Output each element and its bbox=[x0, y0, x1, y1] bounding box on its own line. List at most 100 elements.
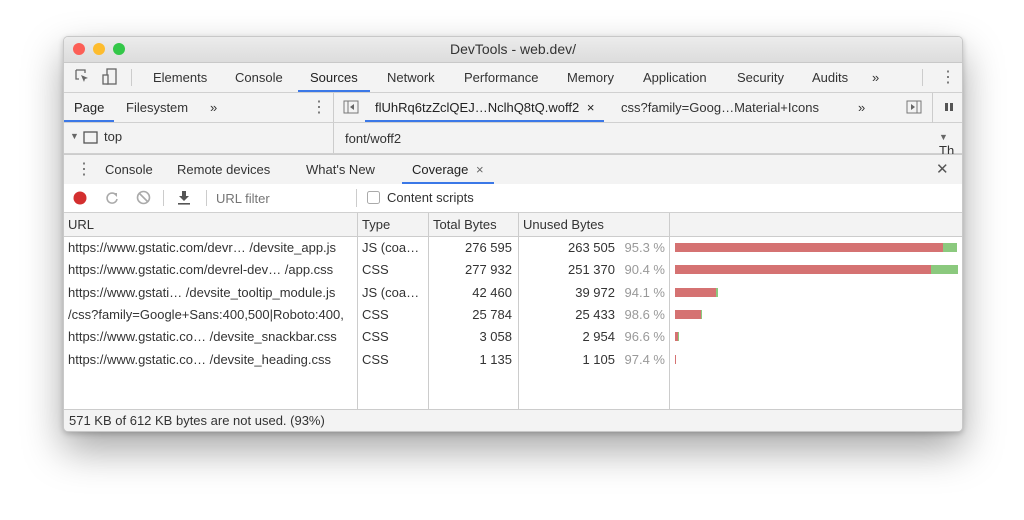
coverage-table-header: URL Type Total Bytes Unused Bytes bbox=[64, 213, 962, 237]
close-coverage-tab-icon[interactable]: × bbox=[476, 162, 484, 177]
export-icon[interactable] bbox=[177, 190, 191, 208]
nav-more-button[interactable]: » bbox=[210, 93, 217, 122]
file-tabs-more-button[interactable]: » bbox=[858, 93, 865, 122]
used-bar bbox=[943, 243, 957, 252]
unused-bytes-cell: 263 505 bbox=[568, 240, 615, 255]
coverage-toolbar: Content scripts bbox=[64, 184, 962, 213]
total-bytes-cell: 25 784 bbox=[472, 306, 512, 322]
type-cell: CSS bbox=[362, 329, 389, 345]
editor-content: font/woff2 bbox=[345, 131, 402, 146]
type-cell: CSS bbox=[362, 262, 389, 278]
pause-icon[interactable] bbox=[944, 101, 954, 116]
tab-network[interactable]: Network bbox=[387, 63, 435, 92]
toggle-debugger-icon[interactable] bbox=[906, 99, 922, 118]
expand-arrow-icon[interactable]: ▼ bbox=[70, 131, 79, 141]
url-cell: https://www.gstati… /devsite_tooltip_mod… bbox=[68, 284, 336, 300]
coverage-tab-label: Coverage bbox=[412, 162, 469, 177]
tab-performance[interactable]: Performance bbox=[464, 63, 538, 92]
tab-application[interactable]: Application bbox=[643, 63, 707, 92]
unused-percent-cell: 94.1 % bbox=[624, 284, 665, 300]
unused-percent-cell: 95.3 % bbox=[624, 240, 665, 255]
type-cell: CSS bbox=[362, 306, 389, 322]
window-title: DevTools - web.dev/ bbox=[449, 41, 577, 57]
tree-item-top[interactable]: top bbox=[104, 129, 122, 144]
inspect-element-icon[interactable] bbox=[74, 68, 90, 87]
devtools-window: DevTools - web.dev/ Elements Console Sou… bbox=[63, 36, 963, 432]
unused-percent-cell: 90.4 % bbox=[624, 262, 665, 278]
tab-page[interactable]: Page bbox=[64, 93, 115, 122]
unused-bytes-cell: 25 433 bbox=[575, 306, 615, 322]
total-bytes-cell: 1 135 bbox=[479, 351, 512, 367]
total-bytes-cell: 42 460 bbox=[472, 284, 512, 300]
unused-bar bbox=[675, 309, 701, 319]
url-cell: https://www.gstatic.com/devrel-dev… /app… bbox=[68, 262, 334, 278]
tab-elements[interactable]: Elements bbox=[153, 63, 207, 92]
close-drawer-icon[interactable]: ✕ bbox=[936, 155, 949, 184]
minimize-window-button[interactable] bbox=[93, 43, 105, 55]
url-cell: https://www.gstatic.co… /devsite_snackba… bbox=[68, 329, 337, 345]
tab-sources[interactable]: Sources bbox=[298, 63, 370, 92]
unused-bytes-cell: 1 105 bbox=[582, 351, 615, 367]
drawer-tab-remote-devices[interactable]: Remote devices bbox=[177, 155, 270, 184]
table-row[interactable]: https://www.gstati… /devsite_tooltip_mod… bbox=[64, 282, 962, 304]
unused-bytes-cell: 2 954 bbox=[582, 329, 615, 345]
unused-bar bbox=[675, 265, 931, 275]
table-row[interactable]: https://www.gstatic.com/devr… /devsite_a… bbox=[64, 237, 962, 259]
frame-icon bbox=[83, 131, 98, 147]
table-row[interactable]: https://www.gstatic.co… /devsite_heading… bbox=[64, 349, 962, 371]
drawer-tab-coverage[interactable]: Coverage × bbox=[402, 155, 494, 184]
unused-percent-cell: 98.6 % bbox=[624, 306, 665, 322]
type-cell: JS (coa… bbox=[362, 240, 420, 255]
status-bar: 571 KB of 612 KB bytes are not used. (93… bbox=[64, 409, 962, 431]
content-scripts-checkbox[interactable] bbox=[367, 191, 380, 207]
column-header-type[interactable]: Type bbox=[358, 213, 390, 236]
expand-arrow-icon[interactable]: ▼ bbox=[939, 132, 948, 142]
tab-audits[interactable]: Audits bbox=[812, 63, 848, 92]
table-row[interactable]: https://www.gstatic.co… /devsite_snackba… bbox=[64, 326, 962, 348]
main-tab-bar: Elements Console Sources Network Perform… bbox=[64, 63, 962, 93]
total-bytes-cell: 276 595 bbox=[465, 240, 512, 255]
unused-percent-cell: 96.6 % bbox=[624, 329, 665, 345]
url-cell: /css?family=Google+Sans:400,500|Roboto:4… bbox=[68, 306, 344, 322]
unused-bar bbox=[675, 243, 944, 252]
column-header-usage[interactable] bbox=[670, 213, 674, 236]
drawer-tab-bar: ⋮ Console Remote devices What's New Cove… bbox=[64, 154, 962, 185]
drawer-tab-console[interactable]: Console bbox=[105, 155, 153, 184]
device-toolbar-icon[interactable] bbox=[102, 68, 118, 89]
tab-security[interactable]: Security bbox=[737, 63, 784, 92]
file-tab-css[interactable]: css?family=Goog…Material+Icons bbox=[621, 93, 819, 122]
url-cell: https://www.gstatic.co… /devsite_heading… bbox=[68, 351, 332, 367]
clear-icon[interactable] bbox=[136, 190, 151, 208]
more-tabs-button[interactable]: » bbox=[872, 63, 879, 92]
zoom-window-button[interactable] bbox=[113, 43, 125, 55]
total-bytes-cell: 277 932 bbox=[465, 262, 512, 278]
reload-icon[interactable] bbox=[105, 190, 119, 209]
url-filter-input[interactable] bbox=[214, 188, 348, 208]
unused-percent-cell: 97.4 % bbox=[624, 351, 665, 367]
unused-bar bbox=[675, 287, 716, 297]
tab-filesystem[interactable]: Filesystem bbox=[126, 93, 188, 122]
type-cell: CSS bbox=[362, 351, 389, 367]
column-header-url[interactable]: URL bbox=[64, 213, 94, 236]
type-cell: JS (coa… bbox=[362, 284, 420, 300]
column-header-unused-bytes[interactable]: Unused Bytes bbox=[519, 213, 604, 236]
sources-tab-row: Page Filesystem » ⋮ flUhRq6tzZclQEJ…Nclh… bbox=[64, 93, 962, 153]
unused-bytes-cell: 39 972 bbox=[575, 284, 615, 300]
record-icon[interactable] bbox=[73, 191, 87, 208]
table-row[interactable]: https://www.gstatic.com/devrel-dev… /app… bbox=[64, 259, 962, 281]
close-window-button[interactable] bbox=[73, 43, 85, 55]
tab-console[interactable]: Console bbox=[235, 63, 283, 92]
content-scripts-label[interactable]: Content scripts bbox=[387, 190, 474, 205]
file-tab-label: flUhRq6tzZclQEJ…NclhQ8tQ.woff2 bbox=[375, 100, 580, 115]
drawer-tab-whats-new[interactable]: What's New bbox=[306, 155, 375, 184]
total-bytes-cell: 3 058 bbox=[479, 329, 512, 345]
table-row[interactable]: /css?family=Google+Sans:400,500|Roboto:4… bbox=[64, 304, 962, 326]
tab-memory[interactable]: Memory bbox=[567, 63, 614, 92]
url-cell: https://www.gstatic.com/devr… /devsite_a… bbox=[68, 240, 337, 255]
file-tab-woff2[interactable]: flUhRq6tzZclQEJ…NclhQ8tQ.woff2 × bbox=[365, 93, 605, 122]
column-header-total-bytes[interactable]: Total Bytes bbox=[429, 213, 497, 236]
close-file-tab-icon[interactable]: × bbox=[587, 100, 595, 115]
used-bar bbox=[930, 265, 958, 275]
toggle-navigator-icon[interactable] bbox=[343, 99, 359, 118]
sources-content: ▼ top font/woff2 ▼ Th bbox=[64, 123, 962, 158]
